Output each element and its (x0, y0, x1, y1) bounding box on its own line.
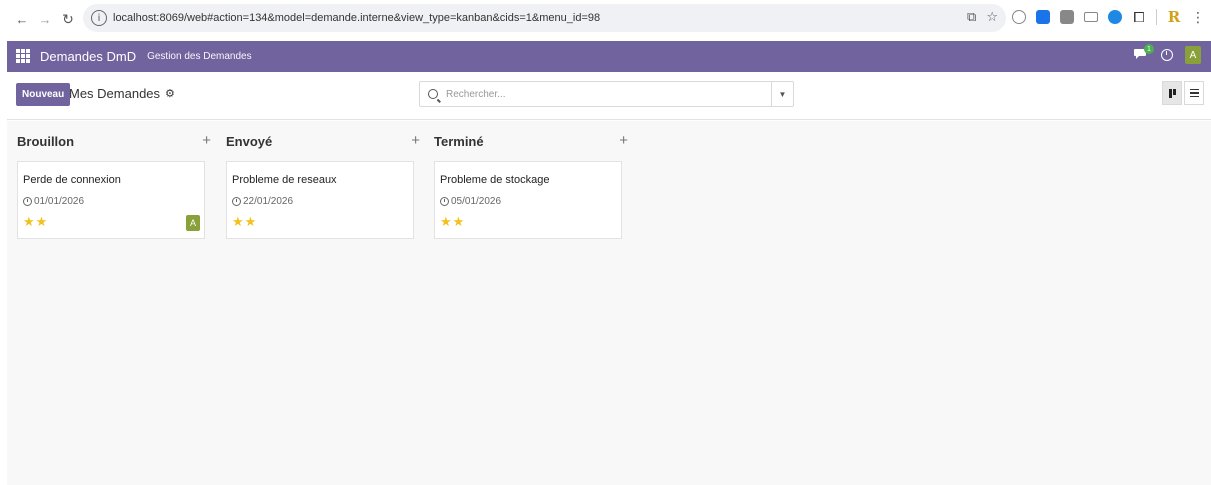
url-text: localhost:8069/web#action=134&model=dema… (113, 12, 601, 24)
card-title: Perde de connexion (23, 174, 121, 186)
bookmark-star-icon[interactable]: ☆ (986, 9, 998, 25)
column-add-icon[interactable]: + (202, 132, 211, 149)
card-date-text: 22/01/2026 (243, 196, 294, 207)
view-switcher (1162, 81, 1204, 105)
star-icon[interactable]: ★ (36, 216, 48, 229)
kanban-view-button[interactable] (1162, 81, 1182, 105)
priority-stars: ★ ★ (23, 216, 47, 229)
search-input[interactable] (446, 88, 766, 100)
back-arrow-icon[interactable]: ← (12, 9, 32, 29)
toolbar-divider (1156, 9, 1157, 25)
chat-icon[interactable]: 1 (1133, 44, 1154, 62)
extensions-bar: ⧠ R ⋮ (1012, 8, 1205, 26)
column-header: Brouillon + (17, 121, 217, 161)
gear-icon[interactable]: ⚙ (165, 87, 175, 100)
chat-badge: 1 (1144, 44, 1154, 54)
main-navbar: Demandes DmD Gestion des Demandes 1 A (7, 41, 1211, 72)
app-name[interactable]: Demandes DmD (40, 49, 136, 64)
column-title: Brouillon (17, 133, 75, 149)
kanban-column-brouillon: Brouillon + Perde de connexion 01/01/202… (17, 121, 217, 239)
search-box: ▼ (419, 81, 794, 107)
menu-item-gestion[interactable]: Gestion des Demandes (147, 51, 252, 62)
list-view-icon (1189, 88, 1199, 98)
card-title: Probleme de stockage (440, 174, 550, 186)
card-avatar[interactable]: A (186, 215, 200, 231)
priority-stars: ★ ★ (232, 216, 256, 229)
clock-icon (232, 197, 241, 206)
priority-stars: ★ ★ (440, 216, 464, 229)
new-button[interactable]: Nouveau (16, 83, 71, 106)
extension-grey-icon[interactable] (1060, 10, 1074, 24)
reload-icon[interactable]: ↻ (58, 9, 78, 29)
kanban-card[interactable]: Probleme de reseaux 22/01/2026 ★ ★ (226, 161, 414, 239)
kanban-view-icon (1168, 88, 1176, 98)
control-panel: Nouveau Mes Demandes ⚙ ▼ (7, 72, 1211, 120)
activity-clock-icon[interactable] (1161, 49, 1173, 61)
extension-play-icon[interactable] (1012, 10, 1026, 24)
list-view-button[interactable] (1184, 81, 1204, 105)
column-header: Terminé + (434, 121, 634, 161)
column-add-icon[interactable]: + (411, 132, 420, 149)
address-bar[interactable]: i localhost:8069/web#action=134&model=de… (83, 4, 1006, 32)
kanban-column-termine: Terminé + Probleme de stockage 05/01/202… (434, 121, 634, 239)
browser-menu-icon[interactable]: ⋮ (1191, 9, 1205, 25)
card-date-text: 01/01/2026 (34, 196, 85, 207)
kanban-card[interactable]: Perde de connexion 01/01/2026 ★ ★ A (17, 161, 205, 239)
clock-icon (440, 197, 449, 206)
card-date-text: 05/01/2026 (451, 196, 502, 207)
extension-mail-icon[interactable] (1084, 12, 1098, 22)
kanban-column-envoye: Envoyé + Probleme de reseaux 22/01/2026 … (226, 121, 426, 239)
page-title: Mes Demandes (69, 86, 161, 101)
star-icon[interactable]: ★ (23, 216, 35, 229)
star-icon[interactable]: ★ (453, 216, 465, 229)
site-info-icon[interactable]: i (91, 10, 107, 26)
kanban-board: Brouillon + Perde de connexion 01/01/202… (7, 121, 1211, 485)
kanban-card[interactable]: Probleme de stockage 05/01/2026 ★ ★ (434, 161, 622, 239)
column-title: Terminé (434, 133, 484, 149)
profile-r-icon[interactable]: R (1167, 8, 1181, 26)
extensions-puzzle-icon[interactable]: ⧠ (1132, 9, 1146, 25)
card-title: Probleme de reseaux (232, 174, 337, 186)
extension-download-icon[interactable] (1036, 10, 1050, 24)
card-date: 22/01/2026 (232, 196, 293, 207)
star-icon[interactable]: ★ (232, 216, 244, 229)
forward-arrow-icon[interactable]: → (35, 9, 55, 29)
user-avatar[interactable]: A (1185, 46, 1201, 64)
column-add-icon[interactable]: + (619, 132, 628, 149)
star-icon[interactable]: ★ (440, 216, 452, 229)
search-icon (428, 89, 438, 99)
column-title: Envoyé (226, 133, 273, 149)
card-date: 05/01/2026 (440, 196, 501, 207)
star-icon[interactable]: ★ (245, 216, 257, 229)
extension-circle-icon[interactable] (1108, 10, 1122, 24)
breadcrumb: Mes Demandes ⚙ (69, 86, 175, 101)
install-app-icon[interactable]: ⧉ (967, 9, 976, 25)
apps-grid-icon[interactable] (16, 49, 31, 64)
clock-icon (23, 197, 32, 206)
card-date: 01/01/2026 (23, 196, 84, 207)
column-header: Envoyé + (226, 121, 426, 161)
search-options-toggle[interactable]: ▼ (771, 82, 793, 106)
browser-toolbar: ← → ↻ i localhost:8069/web#action=134&mo… (0, 0, 1211, 38)
